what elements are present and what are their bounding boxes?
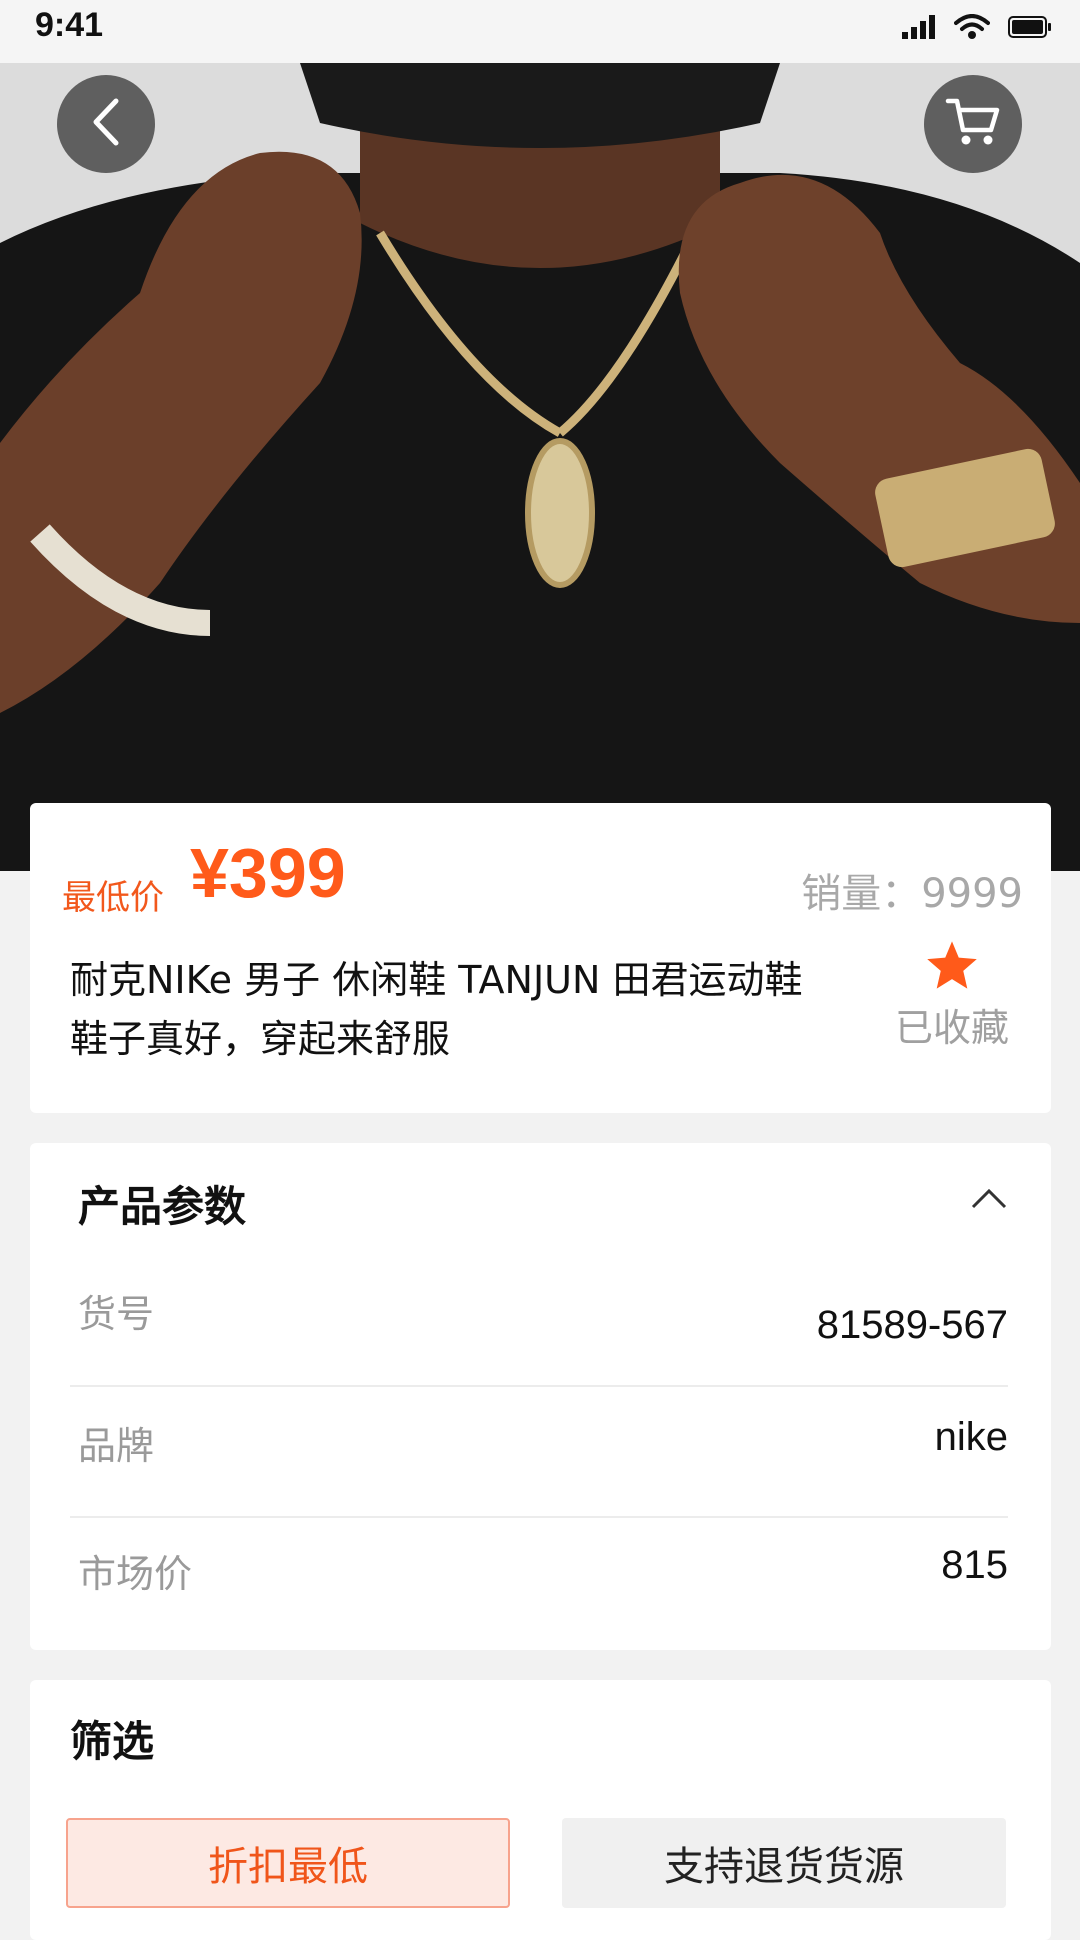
price: ¥399 bbox=[190, 834, 346, 912]
param-label: 货号 bbox=[78, 1292, 155, 1336]
filter-card: 筛选 折扣最低 支持退货货源 bbox=[30, 1680, 1051, 1940]
lowest-price-label: 最低价 bbox=[62, 878, 164, 918]
param-label: 市场价 bbox=[78, 1552, 193, 1596]
divider bbox=[70, 1516, 1008, 1518]
filter-title: 筛选 bbox=[70, 1717, 155, 1766]
favorite-label: 已收藏 bbox=[894, 1006, 1009, 1050]
back-button[interactable] bbox=[57, 75, 155, 173]
status-bar: 9:41 bbox=[0, 0, 1080, 63]
sales-count: 销量：9999 bbox=[801, 871, 1023, 917]
param-label: 品牌 bbox=[78, 1424, 155, 1468]
param-value: 81589-567 bbox=[816, 1303, 1008, 1347]
wifi-icon bbox=[954, 14, 990, 44]
status-icons bbox=[902, 14, 1052, 44]
status-time: 9:41 bbox=[35, 6, 104, 44]
product-summary-card: 最低价 ¥399 销量：9999 耐克NIKe 男子 休闲鞋 TANJUN 田君… bbox=[30, 803, 1051, 1113]
filter-option-returnable[interactable]: 支持退货货源 bbox=[562, 1818, 1006, 1908]
product-photo bbox=[0, 63, 1080, 871]
filter-option-lowest-discount[interactable]: 折扣最低 bbox=[66, 1818, 510, 1908]
signal-icon bbox=[902, 15, 936, 43]
param-value: nike bbox=[934, 1415, 1008, 1459]
param-value: 815 bbox=[941, 1543, 1008, 1587]
chevron-up-icon[interactable] bbox=[971, 1187, 1007, 1213]
cart-icon bbox=[945, 96, 1001, 152]
divider bbox=[70, 1385, 1008, 1387]
back-icon bbox=[86, 97, 126, 151]
product-title: 耐克NIKe 男子 休闲鞋 TANJUN 田君运动鞋 鞋子真好，穿起来舒服 bbox=[70, 958, 803, 1061]
battery-icon bbox=[1008, 16, 1052, 42]
params-title: 产品参数 bbox=[78, 1182, 247, 1231]
product-params-card: 产品参数 货号 81589-567 品牌 nike 市场价 815 bbox=[30, 1143, 1051, 1650]
favorite-button[interactable]: 已收藏 bbox=[882, 939, 1022, 1052]
product-image bbox=[0, 63, 1080, 871]
cart-button[interactable] bbox=[924, 75, 1022, 173]
star-icon bbox=[925, 941, 979, 995]
